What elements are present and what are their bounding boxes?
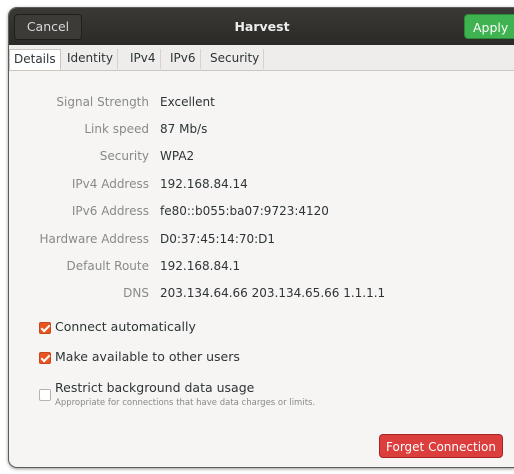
connect-automatically-checkbox[interactable] — [39, 322, 51, 334]
header-bar: Harvest Cancel Apply — [9, 8, 514, 45]
connection-settings-dialog: Harvest Cancel Apply Details Identity IP… — [8, 7, 514, 468]
tab-security[interactable]: Security — [206, 49, 265, 69]
tab-ipv4[interactable]: IPv4 — [126, 49, 161, 69]
forget-connection-button[interactable]: Forget Connection — [379, 434, 503, 458]
detail-value: 192.168.84.14 — [160, 177, 248, 191]
tab-details[interactable]: Details — [9, 49, 61, 70]
detail-label: IPv6 Address — [71, 204, 149, 218]
connect-automatically-label[interactable]: Connect automatically — [55, 319, 196, 334]
dialog-title: Harvest — [234, 19, 290, 34]
detail-label: Link speed — [84, 122, 149, 136]
cancel-button[interactable]: Cancel — [14, 14, 82, 40]
available-to-others-label[interactable]: Make available to other users — [55, 349, 240, 364]
apply-button[interactable]: Apply — [464, 14, 514, 39]
restrict-background-description: Appropriate for connections that have da… — [55, 398, 316, 408]
tab-identity[interactable]: Identity — [63, 49, 118, 69]
detail-label: DNS — [123, 286, 149, 300]
detail-value: fe80::b055:ba07:9723:4120 — [160, 204, 329, 218]
detail-value: 203.134.64.66 203.134.65.66 1.1.1.1 — [160, 286, 386, 300]
tab-bar: Details Identity IPv4 IPv6 Security — [9, 45, 514, 71]
detail-label: Security — [99, 149, 149, 163]
detail-label: Signal Strength — [56, 95, 149, 109]
detail-value: WPA2 — [160, 149, 195, 163]
detail-label: IPv4 Address — [71, 177, 149, 191]
detail-value: D0:37:45:14:70:D1 — [160, 232, 276, 246]
restrict-background-checkbox[interactable] — [39, 389, 51, 401]
detail-label: Default Route — [66, 259, 150, 273]
restrict-background-label[interactable]: Restrict background data usage — [55, 380, 254, 395]
tab-ipv6[interactable]: IPv6 — [166, 49, 201, 69]
detail-value: 192.168.84.1 — [160, 259, 241, 273]
detail-value: 87 Mb/s — [160, 122, 208, 136]
available-to-others-checkbox[interactable] — [39, 352, 51, 364]
detail-label: Hardware Address — [39, 232, 149, 246]
detail-value: Excellent — [160, 95, 215, 109]
